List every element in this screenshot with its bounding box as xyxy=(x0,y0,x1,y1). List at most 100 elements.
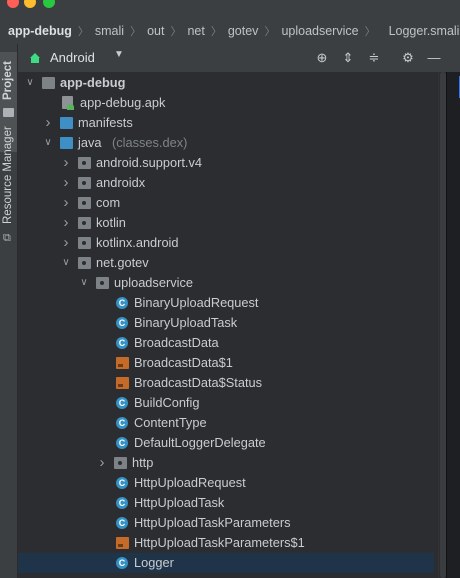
resource-manager-icon: ⧉ xyxy=(3,232,11,244)
zoom-window-button[interactable] xyxy=(43,0,55,8)
tree-row[interactable]: ∨ net.gotev xyxy=(18,253,434,273)
chevron-right-icon[interactable]: › xyxy=(60,153,72,173)
chevron-down-icon[interactable]: ∨ xyxy=(78,273,90,293)
tree-item-suffix: (classes.dex) xyxy=(112,135,188,150)
tree-row[interactable]: app-debug.apk xyxy=(18,93,434,113)
tree-item-label: net.gotev xyxy=(96,255,149,270)
chevron-right-icon[interactable]: › xyxy=(60,233,72,253)
breadcrumb-item-app-debug[interactable]: app-debug xyxy=(0,24,74,38)
tree-row[interactable]: BroadcastData$1 xyxy=(18,353,434,373)
breadcrumb-separator-icon: 〉 xyxy=(130,26,142,38)
resource-manager-label: Resource Manager xyxy=(2,126,14,224)
android-view-icon xyxy=(28,50,42,66)
tree-row[interactable]: C BinaryUploadTask xyxy=(18,313,434,333)
folder-icon xyxy=(3,108,14,117)
breadcrumb-item-smali[interactable]: smali xyxy=(93,24,126,38)
tree-row[interactable]: BroadcastData$Status xyxy=(18,373,434,393)
class-icon: C xyxy=(116,297,128,309)
class-icon: C xyxy=(116,437,128,449)
chevron-down-icon[interactable]: ▼ xyxy=(114,49,124,60)
hide-panel-icon[interactable]: — xyxy=(426,50,442,66)
tree-item-label: java xyxy=(78,135,102,150)
tree-row[interactable]: › com xyxy=(18,193,434,213)
smali-file-icon xyxy=(116,357,129,369)
tree-item-label: BroadcastData$Status xyxy=(134,375,263,390)
tree-row[interactable]: C HttpUploadRequest xyxy=(18,473,434,493)
tree-row[interactable]: C HttpUploadTask xyxy=(18,493,434,513)
tree-row[interactable]: › http xyxy=(18,453,434,473)
tree-row[interactable]: › kotlinx.android xyxy=(18,233,434,253)
breadcrumb-item-uploadservice[interactable]: uploadservice xyxy=(279,24,360,38)
resource-manager-tool-button[interactable]: Resource Manager ⧉ xyxy=(0,124,17,254)
tree-row[interactable]: C BuildConfig xyxy=(18,393,434,413)
tree-row[interactable]: ∨ app-debug xyxy=(18,73,434,93)
tree-item-label: kotlin xyxy=(96,215,126,230)
window-title-bar xyxy=(0,0,460,18)
tree-item-label: BuildConfig xyxy=(134,395,200,410)
tree-row[interactable]: ∨ uploadservice xyxy=(18,273,434,293)
view-mode-selector[interactable]: Android xyxy=(50,50,95,65)
tree-item-label: http xyxy=(132,455,154,470)
tree-item-label: uploadservice xyxy=(114,275,193,290)
tree-item-label: com xyxy=(96,195,121,210)
package-icon xyxy=(78,257,91,269)
tree-row[interactable]: HttpUploadTaskParameters$1 xyxy=(18,533,434,553)
chevron-down-icon[interactable]: ∨ xyxy=(42,133,54,153)
locate-file-icon[interactable]: ⊕ xyxy=(314,50,330,66)
tree-row[interactable]: › androidx xyxy=(18,173,434,193)
expand-all-icon[interactable]: ⇕ xyxy=(340,50,356,66)
collapse-all-icon[interactable]: ≑ xyxy=(366,50,382,66)
class-icon: C xyxy=(116,477,128,489)
close-window-button[interactable] xyxy=(7,0,19,8)
package-icon xyxy=(78,237,91,249)
tree-row[interactable]: C BinaryUploadRequest xyxy=(18,293,434,313)
chevron-right-icon[interactable]: › xyxy=(42,113,54,133)
chevron-right-icon[interactable]: › xyxy=(60,173,72,193)
tree-row[interactable]: C ContentType xyxy=(18,413,434,433)
breadcrumb-separator-icon: 〉 xyxy=(210,26,222,38)
tree-item-label: BroadcastData$1 xyxy=(134,355,233,370)
tool-window-stripe: Project Resource Manager ⧉ xyxy=(0,44,18,578)
tree-row[interactable]: › kotlin xyxy=(18,213,434,233)
breadcrumb-item-net[interactable]: net xyxy=(185,24,206,38)
chevron-down-icon[interactable]: ∨ xyxy=(60,253,72,273)
package-icon xyxy=(78,217,91,229)
breadcrumb-separator-icon: 〉 xyxy=(77,26,89,38)
package-icon xyxy=(78,197,91,209)
tree-row[interactable]: C Logger xyxy=(18,553,434,573)
tree-row[interactable]: C BroadcastData xyxy=(18,333,434,353)
package-icon xyxy=(78,157,91,169)
apk-file-icon xyxy=(62,96,74,110)
editor-area xyxy=(446,72,460,578)
tree-row[interactable]: C DefaultLoggerDelegate xyxy=(18,433,434,453)
chevron-right-icon[interactable]: › xyxy=(96,453,108,473)
chevron-right-icon[interactable]: › xyxy=(60,193,72,213)
tree-row[interactable]: C HttpUploadTaskParameters xyxy=(18,513,434,533)
breadcrumb-item-out[interactable]: out xyxy=(145,24,166,38)
package-icon xyxy=(114,457,127,469)
tree-item-label: BroadcastData xyxy=(134,335,219,350)
tree-row[interactable]: ∨ java (classes.dex) xyxy=(18,133,434,153)
class-icon: C xyxy=(116,517,128,529)
tree-item-label: BinaryUploadRequest xyxy=(134,295,259,310)
project-tool-label: Project xyxy=(2,61,14,100)
chevron-down-icon[interactable]: ∨ xyxy=(24,73,36,93)
folder-icon xyxy=(60,117,73,129)
tree-row[interactable]: › manifests xyxy=(18,113,434,133)
gear-icon[interactable]: ⚙ xyxy=(400,50,416,66)
folder-icon xyxy=(60,137,73,149)
breadcrumb-item-gotev[interactable]: gotev xyxy=(226,24,261,38)
smali-file-icon xyxy=(116,377,129,389)
tree-item-label: app-debug xyxy=(60,75,126,90)
tree-row[interactable]: › android.support.v4 xyxy=(18,153,434,173)
chevron-right-icon[interactable]: › xyxy=(60,213,72,233)
minimize-window-button[interactable] xyxy=(24,0,36,8)
class-icon: C xyxy=(116,417,128,429)
tree-item-label: kotlinx.android xyxy=(96,235,179,250)
class-icon: C xyxy=(116,397,128,409)
tree-item-label: HttpUploadTaskParameters xyxy=(134,515,291,530)
tree-item-label: HttpUploadTask xyxy=(134,495,225,510)
tree-item-label: Logger xyxy=(134,555,174,570)
package-icon xyxy=(96,277,109,289)
breadcrumb-item-logger-smali[interactable]: Logger.smali xyxy=(387,24,460,38)
